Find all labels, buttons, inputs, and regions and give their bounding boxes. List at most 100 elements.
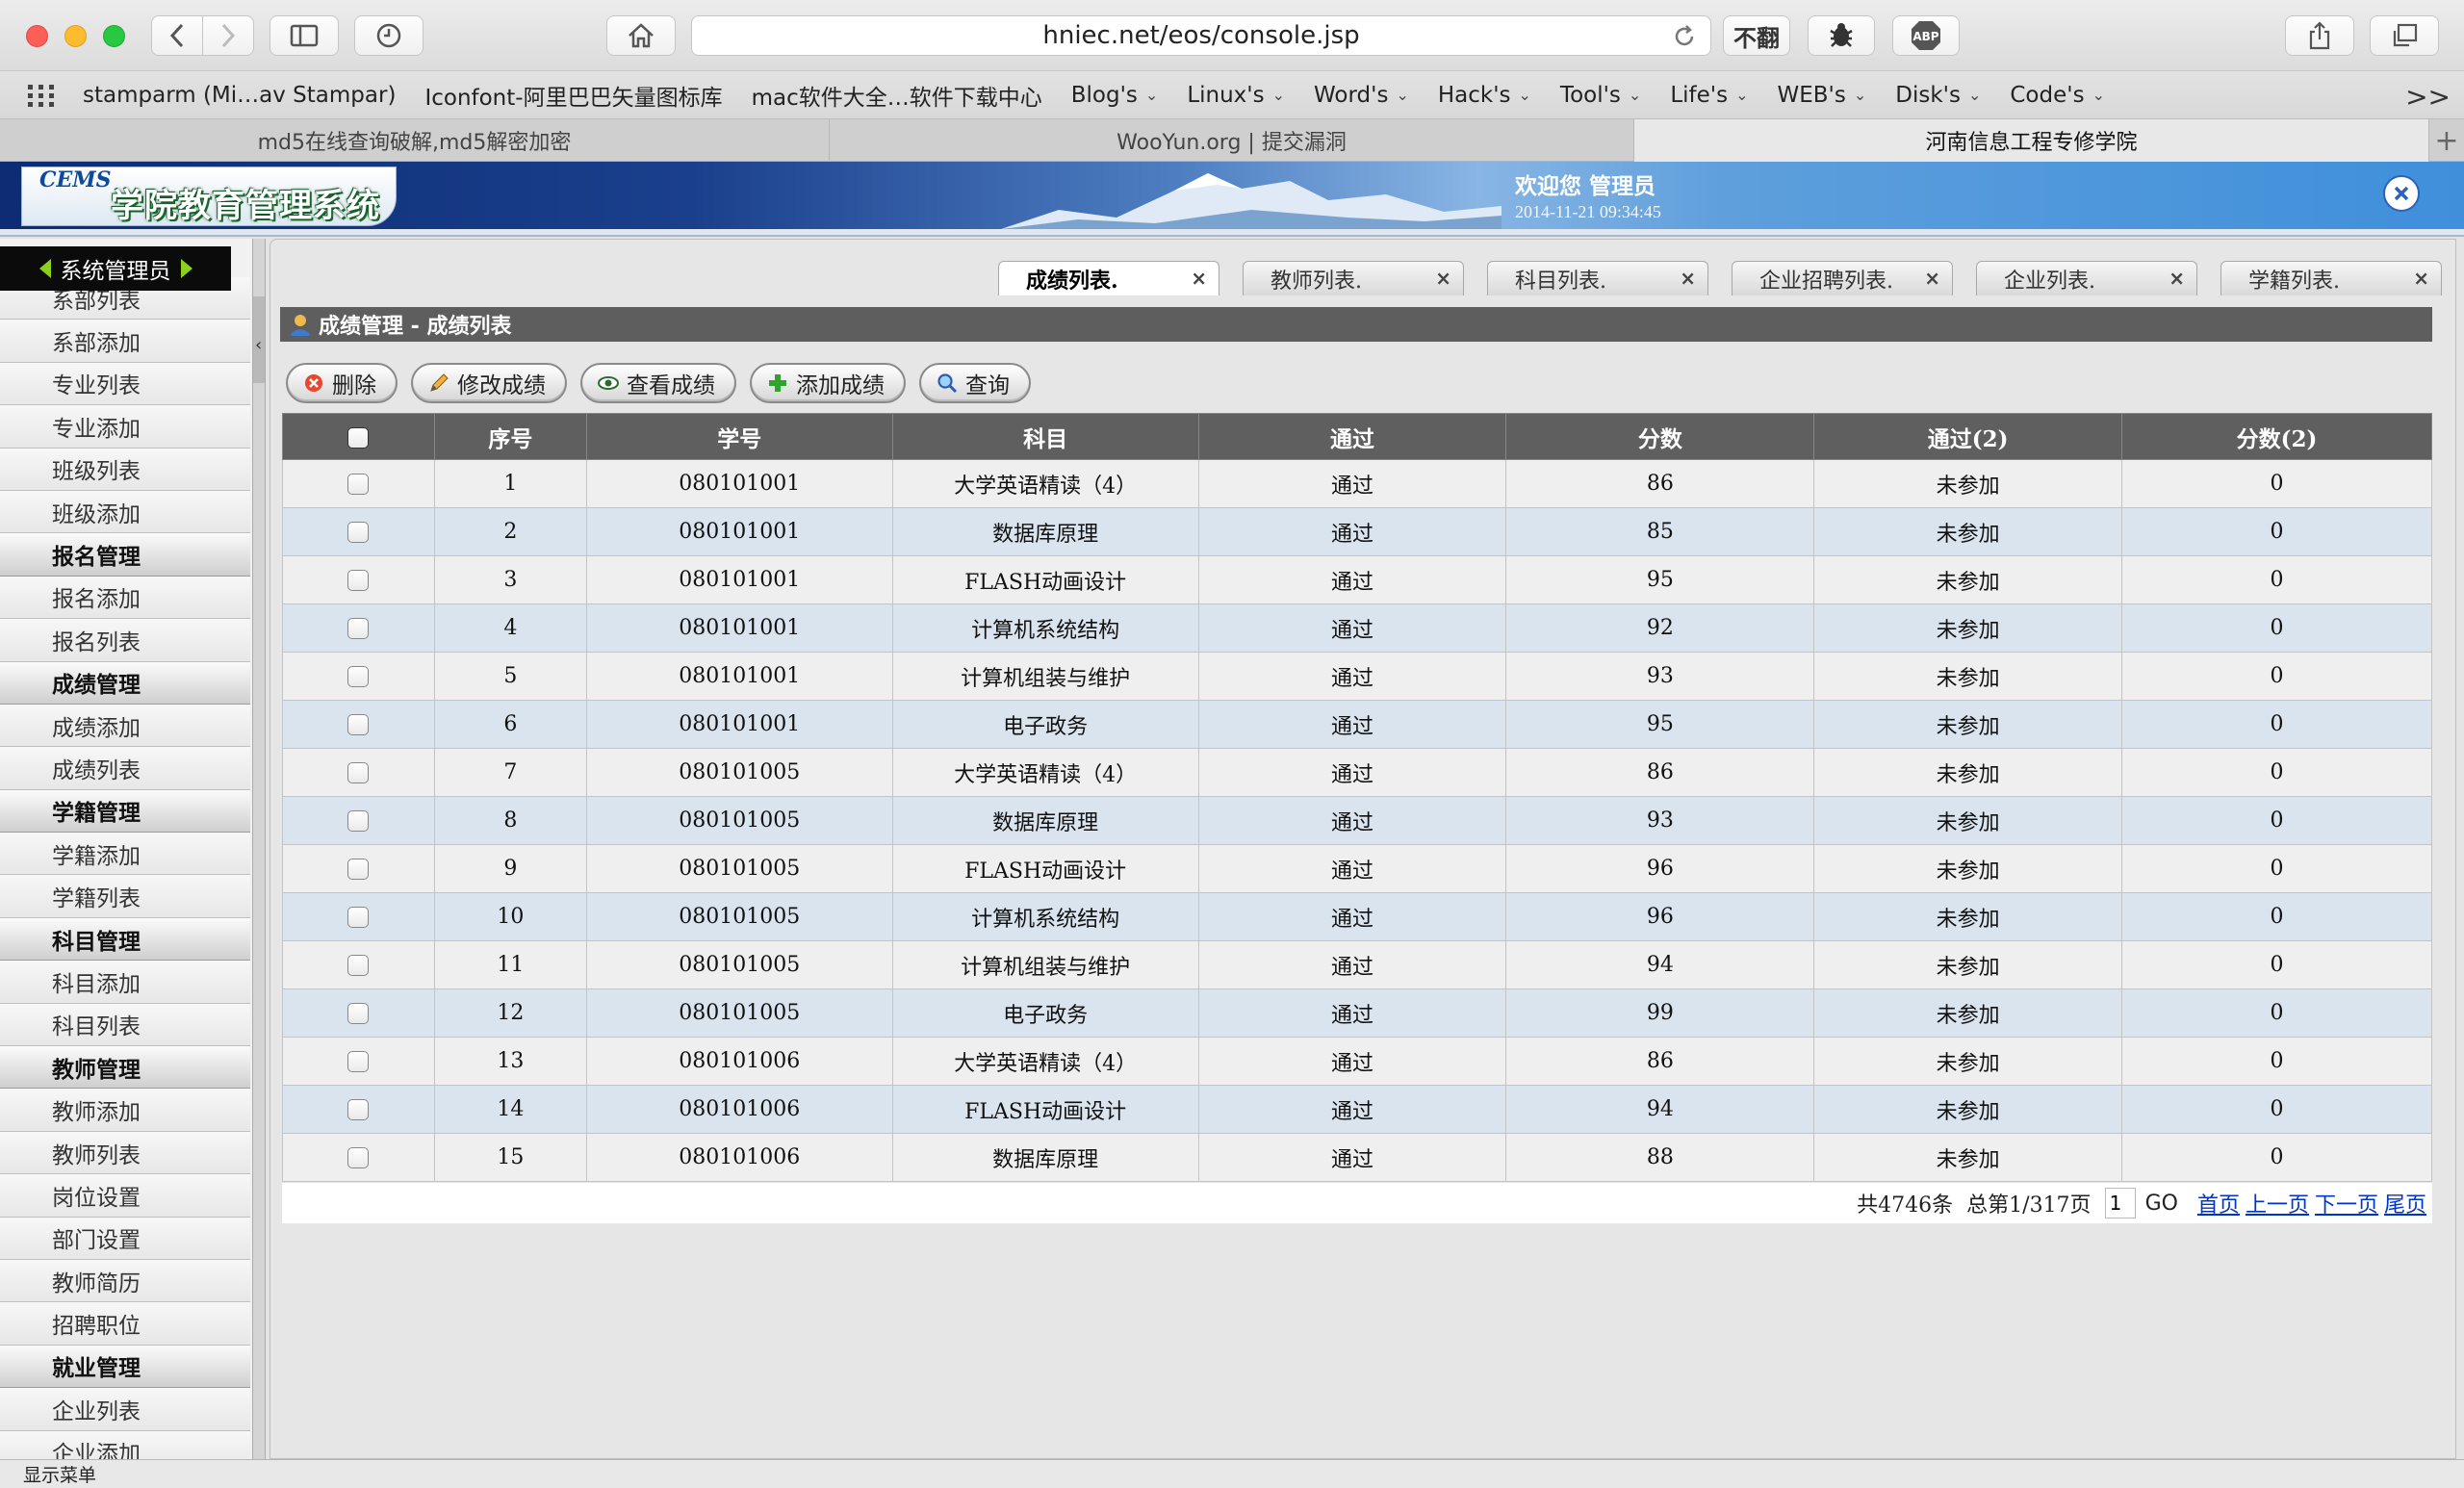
bookmark-item[interactable]: Iconfont-阿里巴巴矢量图标库 [424,79,722,112]
tab-close-icon[interactable]: × [2169,267,2185,290]
column-header[interactable]: 通过(2) [1813,413,2123,460]
column-header[interactable]: 通过 [1197,413,1507,460]
column-header[interactable]: 科目 [891,413,1199,460]
sidebar-item[interactable]: 成绩列表 [0,747,250,790]
row-checkbox[interactable] [347,1147,370,1168]
add-score-button[interactable]: 添加成绩 [750,363,906,403]
edit-score-button[interactable]: 修改成绩 [411,363,567,403]
bookmark-item[interactable]: mac软件大全…软件下载中心 [752,79,1042,112]
tab-close-icon[interactable]: × [1435,267,1451,290]
sidebar-item[interactable]: 教师列表 [0,1131,250,1175]
first-page-link[interactable]: 首页 [2197,1188,2240,1219]
row-checkbox[interactable] [347,907,370,928]
new-tab-button[interactable]: + [2429,119,2464,162]
tab-score-list[interactable]: 成绩列表. × [998,261,1219,295]
bookmark-folder[interactable]: Blog's ⌄ [1071,83,1159,108]
browser-tab[interactable]: md5在线查询破解,md5解密加密 [0,119,830,162]
column-header[interactable]: 分数 [1505,413,1815,460]
go-button[interactable]: GO [2145,1192,2178,1216]
bookmark-folder[interactable]: Linux's ⌄ [1187,83,1285,108]
sidebar-group-header[interactable]: 科目管理 [0,917,250,962]
sidebar-item[interactable]: 学籍添加 [0,833,250,876]
sidebar-item[interactable]: 教师添加 [0,1089,250,1132]
column-header[interactable]: 学号 [585,413,893,460]
table-row[interactable]: 5 080101001 计算机组装与维护 通过 93 未参加 0 [282,652,2432,701]
sidebar-item[interactable]: 招聘职位 [0,1302,250,1346]
table-row[interactable]: 10 080101005 计算机系统结构 通过 96 未参加 0 [282,892,2432,941]
sidebar-item[interactable]: 报名列表 [0,619,250,662]
sidebar-item[interactable]: 教师简历 [0,1259,250,1303]
sidebar-item[interactable]: 班级列表 [0,448,250,491]
search-button[interactable]: 查询 [919,363,1031,403]
prev-page-link[interactable]: 上一页 [2246,1188,2309,1219]
reload-icon[interactable] [1672,24,1697,49]
row-checkbox[interactable] [347,859,370,880]
delete-button[interactable]: 删除 [286,363,398,403]
bookmark-folder[interactable]: Word's ⌄ [1314,83,1409,108]
bookmark-folder[interactable]: WEB's ⌄ [1777,83,1866,108]
back-button[interactable] [151,15,203,56]
table-row[interactable]: 3 080101001 FLASH动画设计 通过 95 未参加 0 [282,555,2432,604]
bookmark-folder[interactable]: Hack's ⌄ [1438,83,1531,108]
last-page-link[interactable]: 尾页 [2384,1188,2426,1219]
row-checkbox[interactable] [347,474,370,495]
logout-button[interactable] [2383,175,2420,212]
table-row[interactable]: 6 080101001 电子政务 通过 95 未参加 0 [282,700,2432,749]
sidebar-item[interactable]: 班级添加 [0,490,250,534]
row-checkbox[interactable] [347,570,370,591]
browser-tab-active[interactable]: 河南信息工程专修学院 [1634,119,2429,162]
sidebar-item[interactable]: 企业添加 [0,1430,250,1459]
sidebar-group-header[interactable]: 学籍管理 [0,789,250,834]
table-row[interactable]: 7 080101005 大学英语精读（4） 通过 86 未参加 0 [282,748,2432,797]
bookmarks-overflow-button[interactable]: >> [2405,81,2451,113]
minimize-window-button[interactable] [64,25,87,47]
sidebar-item[interactable]: 科目列表 [0,1003,250,1047]
tab-subject-list[interactable]: 科目列表. × [1487,261,1708,295]
sidebar-item[interactable]: 岗位设置 [0,1174,250,1218]
bookmark-item[interactable]: stamparm (Mi…av Stampar) [83,83,396,108]
table-row[interactable]: 8 080101005 数据库原理 通过 93 未参加 0 [282,796,2432,845]
sidebar-item[interactable]: 学籍列表 [0,875,250,918]
row-checkbox[interactable] [347,522,370,543]
address-bar[interactable]: hniec.net/eos/console.jsp [691,15,1711,56]
sidebar-group-header[interactable]: 教师管理 [0,1046,250,1090]
translate-extension-button[interactable]: 不翻 [1723,15,1790,56]
history-button[interactable] [354,15,424,56]
page-number-input[interactable] [2104,1188,2136,1219]
sidebar-item[interactable]: 专业列表 [0,362,250,406]
zoom-window-button[interactable] [103,25,125,47]
tab-close-icon[interactable]: × [1924,267,1940,290]
row-checkbox[interactable] [347,762,370,783]
sidebar-item[interactable]: 报名添加 [0,576,250,620]
sidebar-group-header[interactable]: 报名管理 [0,533,250,577]
sidebar-item[interactable]: 系部添加 [0,320,250,363]
table-row[interactable]: 2 080101001 数据库原理 通过 85 未参加 0 [282,507,2432,556]
tab-close-icon[interactable]: × [1680,267,1696,290]
sidebar-item[interactable]: 科目添加 [0,961,250,1004]
table-row[interactable]: 15 080101006 数据库原理 通过 88 未参加 0 [282,1133,2432,1182]
tab-recruitment-list[interactable]: 企业招聘列表. × [1732,261,1953,295]
bookmark-folder[interactable]: Disk's ⌄ [1895,83,1981,108]
sidebar-item[interactable]: 部门设置 [0,1217,250,1260]
select-all-checkbox[interactable] [347,427,370,449]
sidebar-item[interactable]: 企业列表 [0,1388,250,1431]
column-header[interactable]: 序号 [433,413,587,460]
admin-role-bar[interactable]: 系统管理员 [0,246,231,291]
collapse-left-icon[interactable]: ‹ [255,335,262,355]
sidebar-group-header[interactable]: 就业管理 [0,1345,250,1389]
sidebar-item[interactable]: 成绩添加 [0,704,250,748]
grid-icon[interactable] [27,84,56,107]
tab-enrollment-list[interactable]: 学籍列表. × [2220,261,2442,295]
row-checkbox[interactable] [347,714,370,735]
bookmark-folder[interactable]: Code's ⌄ [2010,83,2105,108]
bookmark-folder[interactable]: Life's ⌄ [1670,83,1748,108]
row-checkbox[interactable] [347,1099,370,1120]
row-checkbox[interactable] [347,1051,370,1072]
tab-company-list[interactable]: 企业列表. × [1976,261,2197,295]
bug-extension-button[interactable] [1808,15,1875,56]
next-page-link[interactable]: 下一页 [2315,1188,2378,1219]
row-checkbox[interactable] [347,618,370,639]
row-checkbox[interactable] [347,955,370,976]
adblock-extension-button[interactable]: ABP [1892,15,1960,56]
sidebar-item[interactable]: 专业添加 [0,405,250,449]
